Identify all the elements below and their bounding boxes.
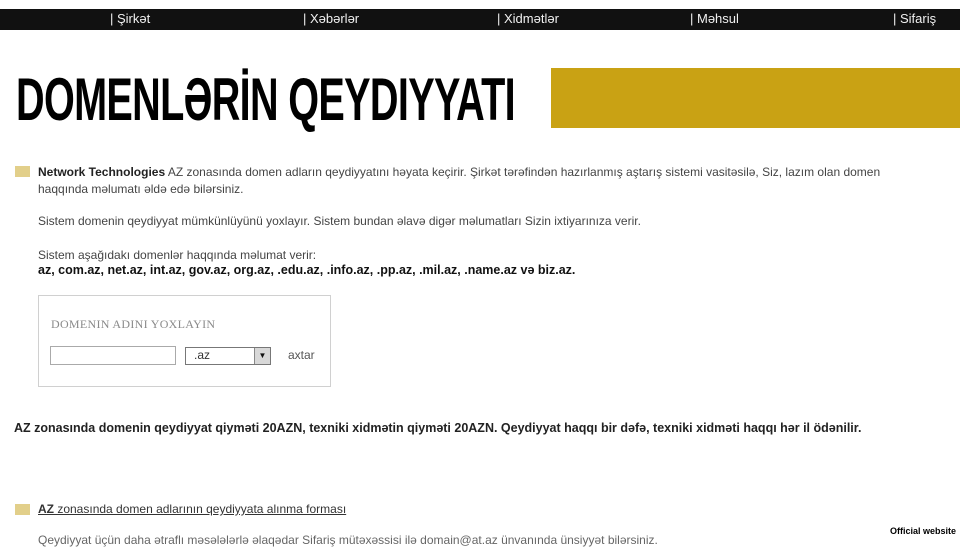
nav-item-company[interactable]: | Şirkət	[110, 11, 150, 26]
zone-selected-value: .az	[194, 348, 211, 362]
nav-item-products[interactable]: | Məhsul	[690, 11, 739, 26]
system-check-paragraph: Sistem domenin qeydiyyat mümkünlüyünü yo…	[38, 214, 641, 228]
bullet-square-icon	[15, 166, 30, 177]
nav-item-order[interactable]: | Sifariş	[893, 11, 936, 26]
intro-text: AZ zonasında domen adların qeydiyyatını …	[38, 165, 881, 196]
domain-zone-select[interactable]: .az ▼	[185, 347, 271, 365]
search-button[interactable]: axtar	[288, 348, 315, 362]
nav-item-services[interactable]: | Xidmətlər	[497, 11, 559, 26]
domain-name-input[interactable]	[50, 346, 176, 365]
registration-form-link[interactable]: AZ zonasında domen adlarının qeydiyyata …	[38, 502, 346, 516]
form-link-prefix: AZ	[38, 502, 54, 516]
page-title: DOMENLƏRİN QEYDIYYATI	[16, 66, 516, 133]
company-name: Network Technologies	[38, 165, 166, 179]
header-accent-bar	[551, 68, 960, 128]
official-website-watermark: Official website	[887, 526, 958, 536]
price-info-text: AZ zonasında domenin qeydiyyat qiyməti 2…	[14, 421, 862, 435]
domains-intro-paragraph: Sistem aşağıdakı domenlər haqqında məlum…	[38, 248, 317, 262]
domain-check-title: DOMENIN ADINI YOXLAYIN	[51, 317, 216, 331]
footer-contact-text: Qeydiyyat üçün daha ətraflı məsələlərlə …	[38, 533, 658, 547]
bullet-square-icon	[15, 504, 30, 515]
top-navigation-bar: | Şirkət | Xəbərlər | Xidmətlər | Məhsul…	[0, 9, 960, 30]
nav-item-news[interactable]: | Xəbərlər	[303, 11, 359, 26]
supported-domains-list: az, com.az, net.az, int.az, gov.az, org.…	[38, 263, 576, 277]
dropdown-arrow-icon[interactable]: ▼	[254, 348, 270, 364]
intro-paragraph: Network Technologies AZ zonasında domen …	[38, 164, 904, 198]
form-link-text: zonasında domen adlarının qeydiyyata alı…	[54, 502, 347, 516]
domain-check-panel: DOMENIN ADINI YOXLAYIN .az ▼ axtar	[38, 295, 331, 387]
